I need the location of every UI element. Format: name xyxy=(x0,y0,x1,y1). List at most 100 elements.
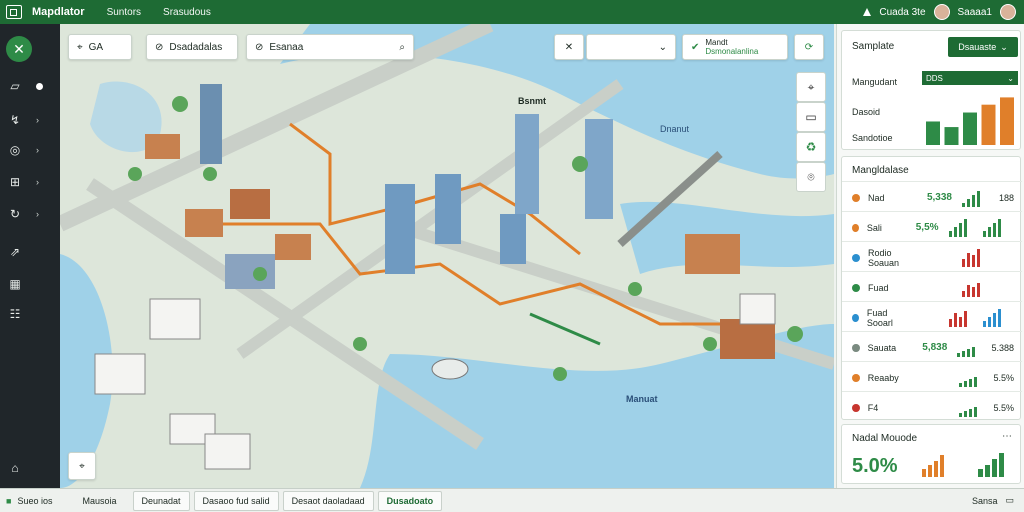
building-11 xyxy=(204,433,251,470)
search-box-2[interactable]: ⊘ Dsadadalas xyxy=(146,34,238,60)
status-dot-icon xyxy=(852,373,860,382)
status-left: Sueo ios xyxy=(17,495,53,506)
menu-item-1[interactable]: Suntors xyxy=(107,7,141,18)
map-label-1: Bsnmt xyxy=(518,96,547,106)
close-icon: ✕ xyxy=(564,41,574,53)
status-tab-2[interactable]: Deunadat xyxy=(132,490,190,511)
metric-pct: 188 xyxy=(998,192,1014,203)
legend-row-3: Sandotioe xyxy=(852,133,893,143)
user2-label[interactable]: Saaaa1 xyxy=(958,7,992,18)
avatar[interactable] xyxy=(933,4,950,20)
recycle-button[interactable]: ♻ xyxy=(796,132,826,162)
metric-row[interactable]: F4 5.5% xyxy=(842,391,1022,423)
chevron-down-icon: ⌄ xyxy=(658,41,667,53)
metric-pct: 5.388 xyxy=(991,342,1014,353)
rail-item-list[interactable]: ☷ xyxy=(8,302,52,326)
notification-icon[interactable] xyxy=(863,8,872,16)
app-logo-icon[interactable] xyxy=(6,5,22,19)
status-tab-1[interactable]: Mausoia xyxy=(82,496,116,506)
user-label[interactable]: Cuada 3te xyxy=(879,7,925,18)
mini-chart-label: DDS xyxy=(926,73,943,83)
metric-name: Nad xyxy=(868,192,885,203)
grid-icon: ⊞ xyxy=(9,175,21,189)
rail-item-grid[interactable]: ⊞ › xyxy=(8,170,52,194)
building-4 xyxy=(275,234,311,260)
expand-icon[interactable]: ▭ xyxy=(1005,495,1014,506)
close-button[interactable]: ✕ xyxy=(554,34,584,60)
rail-item-home[interactable]: ⌂ xyxy=(8,456,52,480)
mini-bar xyxy=(1000,97,1014,145)
metric-row[interactable]: Nad 5,338 188 xyxy=(842,181,1022,213)
rail-item-compass[interactable]: ◎ › xyxy=(8,138,52,162)
locate-button[interactable]: ⌾ xyxy=(796,162,826,192)
building-7 xyxy=(720,319,775,359)
avatar-secondary[interactable] xyxy=(1000,4,1016,20)
share-icon: ⇗ xyxy=(9,245,21,259)
dropdown-select[interactable]: ⌄ xyxy=(586,34,676,60)
table-icon: ▦ xyxy=(9,277,21,291)
rail-item-table[interactable]: ▦ xyxy=(8,272,52,296)
rail-item-route[interactable]: ↯ › xyxy=(8,108,52,132)
mini-bar xyxy=(981,104,996,145)
map-label-2: Dnanut xyxy=(660,124,690,134)
chevron-icon: ⌄ xyxy=(1007,73,1014,83)
metric-row[interactable]: Reaaby 5.5% xyxy=(842,361,1022,393)
status-dot-icon xyxy=(852,283,860,292)
app-title: Mapdlator xyxy=(32,6,85,18)
rate-title: Nadal Mouode xyxy=(852,433,918,444)
metric-row[interactable]: Rodio Soauan xyxy=(842,241,1022,273)
status-dot-icon xyxy=(852,193,860,202)
rail-item-loop[interactable]: ↻ › xyxy=(8,202,52,226)
mini-bar xyxy=(926,121,940,145)
layers-icon: ▱ xyxy=(10,79,20,93)
layers-icon: ⟳ xyxy=(804,41,814,53)
pin-button[interactable]: ⌖ xyxy=(796,72,826,102)
building-3 xyxy=(230,189,270,219)
metric-row[interactable]: Sauata 5,838 5.388 xyxy=(842,331,1022,363)
menu-item-2[interactable]: Srasudous xyxy=(163,7,211,18)
tools-icon[interactable]: ✕ xyxy=(6,36,32,62)
metric-name: Fuad xyxy=(868,282,889,293)
pin-icon: ⌖ xyxy=(807,79,815,94)
chevron-icon: › xyxy=(36,177,39,187)
metric-value: 5,5% xyxy=(915,222,939,233)
rail-item-layers[interactable]: ▱ xyxy=(8,74,52,98)
tower-4 xyxy=(515,114,539,214)
metric-name: Sauata xyxy=(867,342,897,353)
metric-name: Sali xyxy=(866,222,882,233)
map-pin-button[interactable]: ⌖ xyxy=(68,452,96,480)
metric-sparkbars xyxy=(962,248,998,267)
map-info-box[interactable]: ✔ Mandt Dsmonalanlina xyxy=(682,34,788,60)
metric-sparkbars xyxy=(958,399,994,417)
doc-button[interactable]: ▭ xyxy=(796,102,826,132)
metric-sparkbars-secondary xyxy=(983,308,1014,327)
more-icon[interactable]: ⋯ xyxy=(1002,431,1012,442)
building-5 xyxy=(225,254,275,289)
search-box-3[interactable]: ⊘ Esanaa ⌕ xyxy=(246,34,414,60)
metric-row[interactable]: Fuad xyxy=(842,271,1022,303)
search-box-1[interactable]: ⌖ GA xyxy=(68,34,132,60)
tower-2 xyxy=(385,184,415,274)
status-tab-5[interactable]: Dusadoato xyxy=(377,490,443,511)
metric-value: 5,838 xyxy=(922,342,948,353)
search-value-1: GA xyxy=(88,41,104,53)
building-1 xyxy=(145,134,180,159)
locate-icon: ⌾ xyxy=(807,169,815,184)
map-canvas[interactable]: ⌖ GA ⊘ Dsadadalas ⊘ Esanaa ⌕ ✕ ⌄ ✔ Mandt… xyxy=(60,24,834,488)
mini-chart-svg xyxy=(926,97,1014,145)
layers-toggle[interactable]: ⟳ xyxy=(794,34,824,60)
status-tab-3-label: Dasaoo fud salid xyxy=(202,495,270,506)
rail-item-share[interactable]: ⇗ xyxy=(8,240,52,264)
metric-row[interactable]: Sali 5,5% xyxy=(842,211,1022,243)
status-tab-3[interactable]: Dasaoo fud salid xyxy=(193,490,279,511)
search-icon[interactable]: ⌕ xyxy=(399,42,405,53)
left-rail: ✕ ▱ ↯ › ◎ › ⊞ › ↻ › ⇗ ▦ ☷ ⌂ xyxy=(0,24,60,488)
metric-sparkbars xyxy=(957,339,991,357)
status-tab-4[interactable]: Desaot daoladaad xyxy=(282,490,374,511)
card-action-button[interactable]: Dsauaste ⌄ xyxy=(948,37,1018,57)
card-action-label: Dsauaste xyxy=(958,42,997,52)
status-dot-icon xyxy=(852,313,859,322)
metric-pct: 5.5% xyxy=(993,372,1015,383)
metric-row[interactable]: Fuad Sooarl xyxy=(842,301,1022,333)
status-dot-icon xyxy=(852,253,860,262)
